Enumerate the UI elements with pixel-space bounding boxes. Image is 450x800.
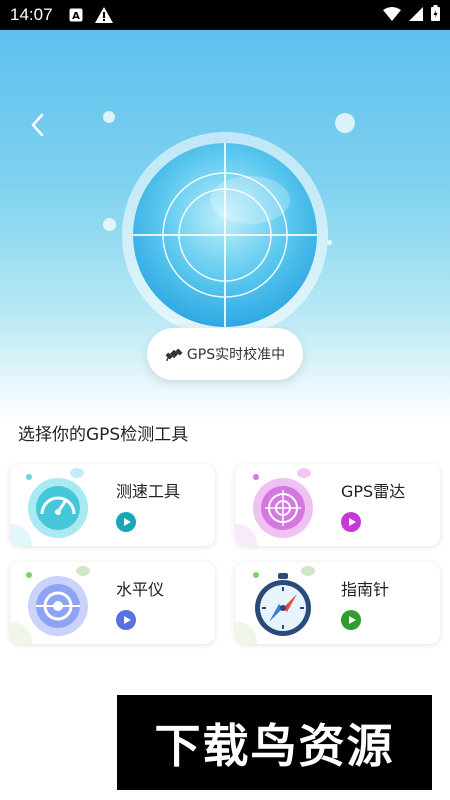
tool-card-level[interactable]: 水平仪 [10,562,215,644]
radar-graphic [122,132,328,338]
calibration-status: GPS实时校准中 [147,328,303,380]
warning-icon [94,6,113,24]
decor-bubble [335,113,355,133]
play-icon[interactable] [116,512,136,532]
play-icon[interactable] [116,610,136,630]
watermark: 下载鸟资源 [117,695,432,790]
wifi-icon [383,6,401,25]
chevron-left-icon [31,113,44,137]
decor-bubble [103,218,116,231]
section-title: 选择你的GPS检测工具 [18,425,189,445]
tool-label: 测速工具 [116,482,181,501]
back-button[interactable] [26,110,50,140]
decor-bubble [103,111,115,123]
tool-card-radar[interactable]: GPS雷达 [235,464,440,546]
play-icon[interactable] [341,610,361,630]
tool-label: GPS雷达 [341,482,406,501]
tool-card-compass[interactable]: 指南针 [235,562,440,644]
battery-icon [431,5,440,25]
tool-card-speed[interactable]: 测速工具 [10,464,215,546]
tool-label: 水平仪 [116,580,165,599]
calibration-label: GPS实时校准中 [186,347,286,363]
signal-icon [409,6,423,25]
status-time: 14:07 [10,5,53,24]
satellite-icon [165,348,183,362]
tool-label: 指南针 [341,580,390,599]
speedometer-icon [22,472,94,544]
hero-header: GPS实时校准中 [0,30,450,420]
radar-icon [247,472,319,544]
svg-text:A: A [72,11,80,22]
level-icon [22,570,94,642]
play-icon[interactable] [341,512,361,532]
compass-icon [247,570,319,642]
a-box-icon: A [67,6,85,24]
status-bar: 14:07 A [0,0,450,30]
